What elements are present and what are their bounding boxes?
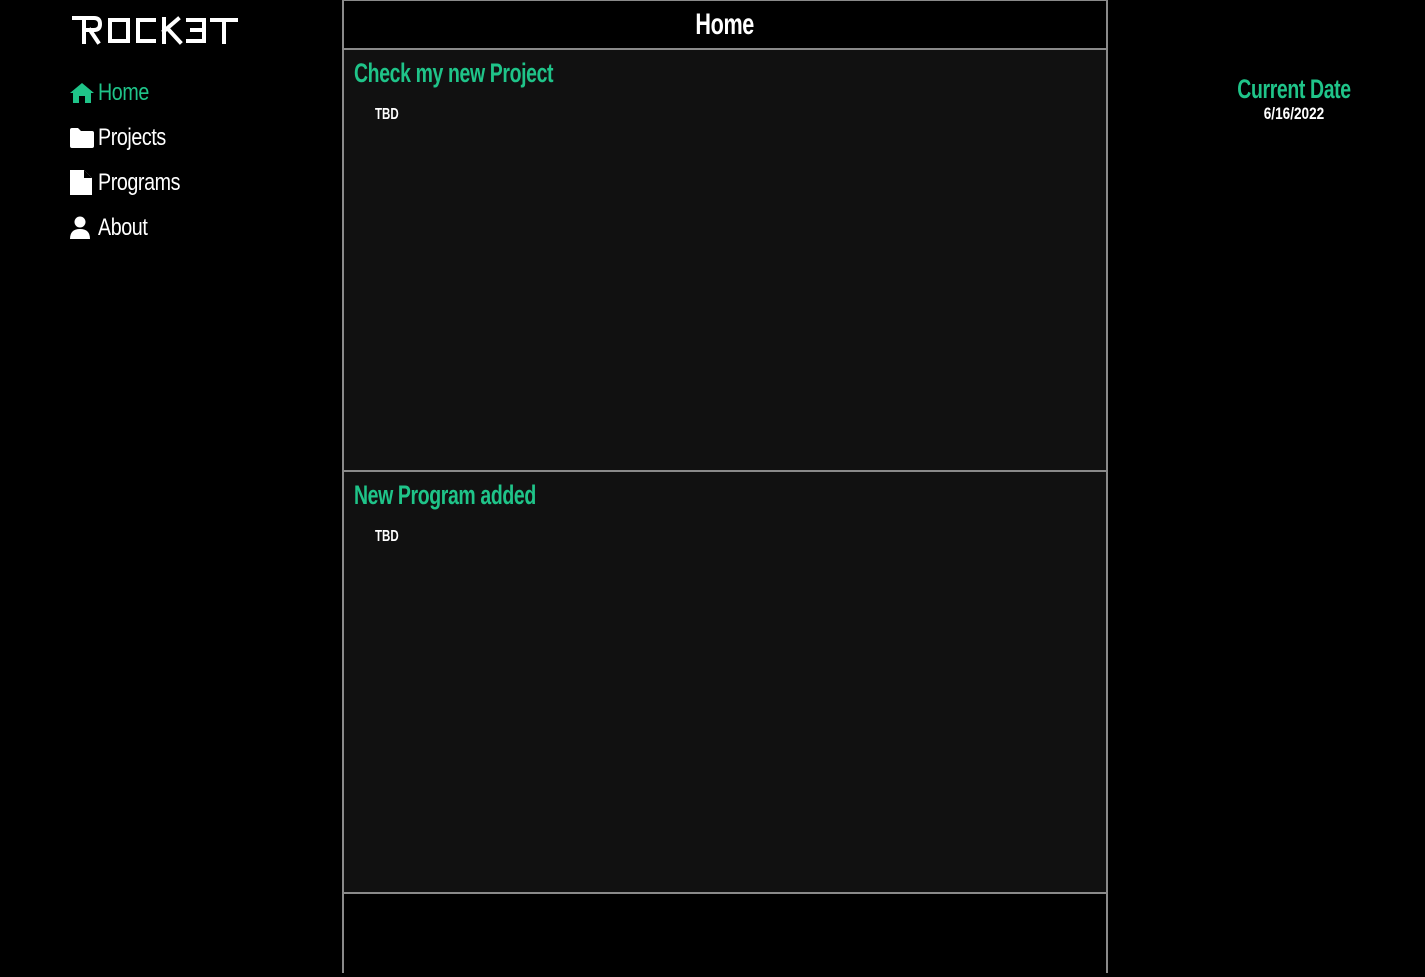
file-icon bbox=[69, 170, 95, 196]
date-label: Current Date bbox=[1237, 74, 1351, 104]
card-title: New Program added bbox=[354, 480, 536, 510]
folder-icon bbox=[69, 125, 95, 151]
right-panel: Current Date 6/16/2022 bbox=[1108, 0, 1425, 977]
news-card: New Program added TBD bbox=[344, 472, 1106, 894]
page: Home Projects Programs About Home Check … bbox=[0, 0, 1425, 977]
nav-item-about[interactable]: About bbox=[69, 205, 198, 250]
nav-item-projects[interactable]: Projects bbox=[69, 115, 198, 160]
card-body: TBD bbox=[375, 528, 399, 545]
nav-label-about: About bbox=[98, 213, 148, 241]
nav-label-projects: Projects bbox=[98, 123, 166, 151]
card-title: Check my new Project bbox=[354, 58, 554, 88]
logo[interactable] bbox=[70, 13, 240, 49]
card-body: TBD bbox=[375, 106, 399, 123]
topbar: Home bbox=[344, 0, 1106, 50]
rock3t-logo bbox=[72, 16, 238, 45]
current-date-widget: Current Date 6/16/2022 bbox=[1108, 73, 1425, 123]
home-icon bbox=[69, 80, 95, 106]
sidebar-nav: Home Projects Programs About bbox=[69, 70, 198, 250]
news-card: Check my new Project TBD bbox=[344, 50, 1106, 472]
page-title: Home bbox=[695, 7, 755, 41]
nav-label-home: Home bbox=[98, 78, 149, 106]
main-content: Home Check my new Project TBD New Progra… bbox=[342, 0, 1108, 973]
user-icon bbox=[69, 215, 95, 241]
sidebar: Home Projects Programs About bbox=[0, 0, 342, 977]
nav-label-programs: Programs bbox=[98, 168, 181, 196]
nav-item-home[interactable]: Home bbox=[69, 70, 198, 115]
date-value: 6/16/2022 bbox=[1263, 104, 1325, 123]
nav-item-programs[interactable]: Programs bbox=[69, 160, 198, 205]
